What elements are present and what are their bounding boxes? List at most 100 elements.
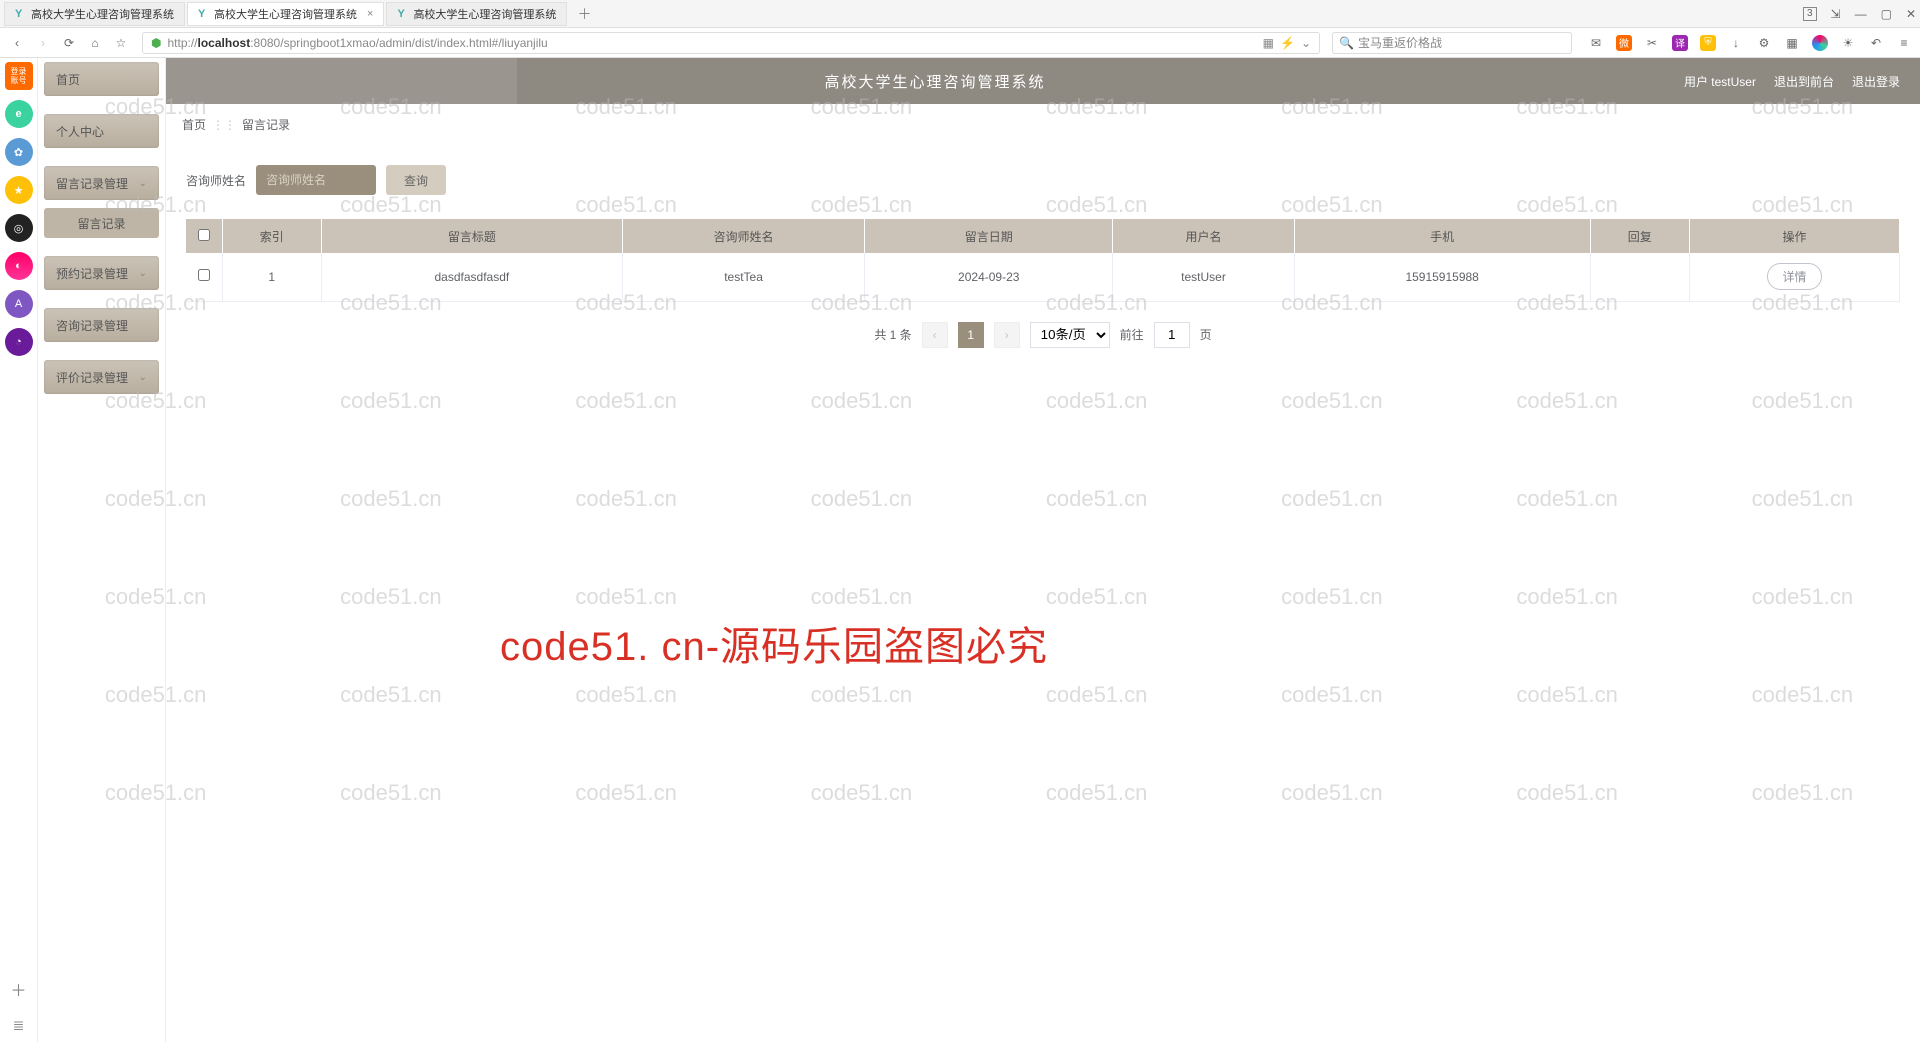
breadcrumb-sep-icon: ⋮⋮ (212, 118, 236, 132)
browser-tab[interactable]: Y 高校大学生心理咨询管理系统 (386, 2, 567, 26)
mail-icon[interactable]: ✉ (1588, 35, 1604, 51)
filter-bar: 咨询师姓名 查询 (186, 165, 1900, 195)
sidebar-item-personal[interactable]: 个人中心 (44, 114, 159, 148)
count-badge[interactable]: 3 (1803, 7, 1817, 21)
url-path: :8080/springboot1xmao/admin/dist/index.h… (250, 36, 548, 50)
weibo-icon[interactable]: 微 (1616, 35, 1632, 51)
back-to-front-button[interactable]: 退出到前台 (1774, 73, 1834, 90)
window-minimize-icon[interactable]: — (1855, 7, 1867, 21)
translate-icon[interactable]: 译 (1672, 35, 1688, 51)
dock-app-icon[interactable]: e (5, 100, 33, 128)
goto-suffix: 页 (1200, 326, 1212, 343)
cell-action: 详情 (1690, 253, 1900, 301)
sidebar: 首页 个人中心 留言记录管理 ⌄ 留言记录 预约记录管理 ⌄ 咨询记录管理 (38, 58, 166, 1042)
apps-icon[interactable]: ▦ (1784, 35, 1800, 51)
logout-button[interactable]: 退出登录 (1852, 73, 1900, 90)
menu-label: 咨询记录管理 (56, 317, 128, 334)
chevron-down-icon[interactable]: ⌄ (1301, 36, 1311, 50)
sidebar-item-message-mgmt[interactable]: 留言记录管理 ⌄ (44, 166, 159, 200)
browser-search[interactable]: 🔍 宝马重返价格战 (1332, 32, 1572, 54)
breadcrumb-home[interactable]: 首页 (182, 116, 206, 133)
scissors-icon[interactable]: ✂ (1644, 35, 1660, 51)
th-index: 索引 (222, 219, 321, 253)
th-title: 留言标题 (321, 219, 622, 253)
new-tab-button[interactable]: ＋ (569, 4, 599, 24)
detail-button[interactable]: 详情 (1767, 263, 1821, 290)
chevron-down-icon: ⌄ (139, 268, 147, 279)
pagination: 共 1 条 ‹ 1 › 10条/页 前往 页 (186, 322, 1900, 348)
filter-label: 咨询师姓名 (186, 172, 246, 189)
dock-app-icon[interactable]: ◎ (5, 214, 33, 242)
page-size-select[interactable]: 10条/页 (1030, 322, 1110, 348)
download-icon[interactable]: ↓ (1728, 35, 1744, 51)
message-table: 索引 留言标题 咨询师姓名 留言日期 用户名 手机 回复 操作 1 d (186, 219, 1900, 302)
th-action: 操作 (1690, 219, 1900, 253)
url-input[interactable]: ⬢ http:// localhost :8080/springboot1xma… (142, 32, 1320, 54)
cell-user: testUser (1113, 253, 1295, 301)
reload-icon[interactable]: ⟳ (60, 34, 78, 52)
qr-icon[interactable]: ▦ (1263, 36, 1274, 50)
close-tab-icon[interactable]: × (367, 8, 373, 20)
cell-phone: 15915915988 (1294, 253, 1590, 301)
prev-page-icon[interactable]: ‹ (922, 322, 948, 348)
browser-tab[interactable]: Y 高校大学生心理咨询管理系统 (4, 2, 185, 26)
puzzle-icon[interactable]: ⚙ (1756, 35, 1772, 51)
next-page-icon[interactable]: › (994, 322, 1020, 348)
adblock-icon[interactable]: ⛨ (1700, 35, 1716, 51)
dock-login[interactable]: 登录账号 (5, 62, 33, 90)
th-user: 用户名 (1113, 219, 1295, 253)
menu-icon[interactable]: ≡ (1896, 35, 1912, 51)
page-number[interactable]: 1 (958, 322, 984, 348)
dock-add-icon[interactable]: ＋ (10, 977, 26, 1001)
undo-icon[interactable]: ↶ (1868, 35, 1884, 51)
cell-reply (1590, 253, 1689, 301)
header-links: 用户 testUser 退出到前台 退出登录 (1684, 73, 1900, 90)
counselor-name-input[interactable] (256, 165, 376, 195)
home-icon[interactable]: ⌂ (86, 34, 104, 52)
th-phone: 手机 (1294, 219, 1590, 253)
bolt-icon[interactable]: ⚡ (1280, 36, 1295, 50)
th-date: 留言日期 (865, 219, 1113, 253)
back-icon[interactable]: ‹ (8, 34, 26, 52)
menu-label: 留言记录管理 (56, 175, 128, 192)
breadcrumb-current: 留言记录 (242, 116, 290, 133)
cell-index: 1 (222, 253, 321, 301)
cell-date: 2024-09-23 (865, 253, 1113, 301)
extensions-icon[interactable]: ⇲ (1831, 7, 1841, 21)
app-title: 高校大学生心理咨询管理系统 (824, 71, 1045, 92)
dock-app-icon[interactable]: ★ (5, 176, 33, 204)
window-maximize-icon[interactable]: ▢ (1881, 7, 1892, 21)
sun-icon[interactable]: ☀ (1840, 35, 1856, 51)
search-button[interactable]: 查询 (386, 165, 446, 195)
chevron-down-icon: ⌄ (139, 178, 147, 189)
row-checkbox[interactable] (198, 269, 210, 281)
left-dock: 登录账号 e ✿ ★ ◎ ◐ A ◔ ＋ ≣ (0, 58, 38, 1042)
tab-label: 高校大学生心理咨询管理系统 (214, 6, 357, 22)
user-label[interactable]: 用户 testUser (1684, 73, 1756, 90)
dock-app-icon[interactable]: ◔ (5, 328, 33, 356)
forward-icon[interactable]: › (34, 34, 52, 52)
main-content: 高校大学生心理咨询管理系统 用户 testUser 退出到前台 退出登录 首页 … (166, 58, 1920, 1042)
circle-icon[interactable] (1812, 35, 1828, 51)
dock-app-icon[interactable]: ◐ (5, 252, 33, 280)
menu-label: 首页 (56, 71, 80, 88)
th-reply: 回复 (1590, 219, 1689, 253)
dock-app-icon[interactable]: A (5, 290, 33, 318)
goto-page-input[interactable] (1154, 322, 1190, 348)
app-header: 高校大学生心理咨询管理系统 用户 testUser 退出到前台 退出登录 (166, 58, 1920, 104)
sidebar-item-appointment-mgmt[interactable]: 预约记录管理 ⌄ (44, 256, 159, 290)
sidebar-submenu: 留言记录 (44, 208, 159, 238)
menu-label: 预约记录管理 (56, 265, 128, 282)
address-bar: ‹ › ⟳ ⌂ ☆ ⬢ http:// localhost :8080/spri… (0, 28, 1920, 58)
window-close-icon[interactable]: ✕ (1906, 7, 1916, 21)
sidebar-item-review-mgmt[interactable]: 评价记录管理 ⌄ (44, 360, 159, 394)
select-all-checkbox[interactable] (198, 229, 210, 241)
favorite-icon[interactable]: ☆ (112, 34, 130, 52)
sidebar-subitem-message[interactable]: 留言记录 (44, 208, 159, 238)
browser-tab-active[interactable]: Y 高校大学生心理咨询管理系统 × (187, 2, 384, 26)
dock-app-icon[interactable]: ✿ (5, 138, 33, 166)
sidebar-item-consult-mgmt[interactable]: 咨询记录管理 (44, 308, 159, 342)
dock-list-icon[interactable]: ≣ (13, 1017, 25, 1034)
table-row: 1 dasdfasdfasdf testTea 2024-09-23 testU… (186, 253, 1900, 301)
sidebar-item-home[interactable]: 首页 (44, 62, 159, 96)
